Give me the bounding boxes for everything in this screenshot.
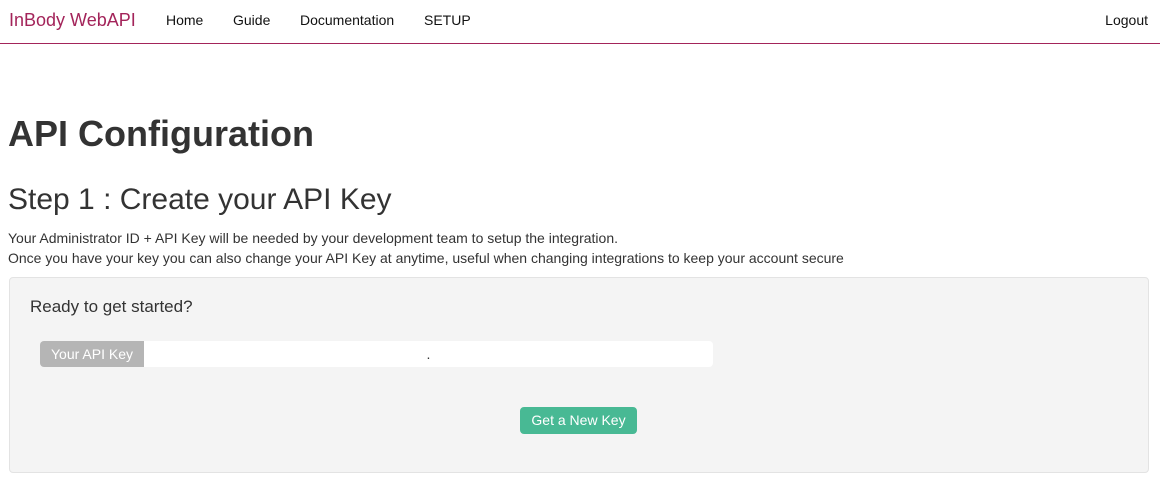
nav-documentation-link[interactable]: Documentation	[300, 12, 394, 28]
nav-setup-link[interactable]: SETUP	[424, 12, 471, 28]
get-new-key-button[interactable]: Get a New Key	[520, 407, 637, 434]
panel-heading: Ready to get started?	[30, 297, 193, 316]
get-started-panel: Ready to get started? Your API Key Get a…	[9, 277, 1149, 473]
brand-link[interactable]: InBody WebAPI	[9, 10, 136, 30]
api-key-field[interactable]	[144, 341, 713, 367]
nav-guide-link[interactable]: Guide	[233, 12, 270, 28]
description-line-2: Once you have your key you can also chan…	[8, 250, 844, 266]
page-title: API Configuration	[8, 113, 314, 154]
api-key-label: Your API Key	[40, 341, 144, 367]
description-line-1: Your Administrator ID + API Key will be …	[8, 230, 619, 246]
top-navbar: InBody WebAPI Home Guide Documentation S…	[0, 0, 1160, 44]
api-key-input-group: Your API Key	[40, 341, 713, 367]
logout-link[interactable]: Logout	[1105, 12, 1148, 28]
nav-home-link[interactable]: Home	[166, 12, 203, 28]
step-title: Step 1 : Create your API Key	[8, 183, 392, 216]
